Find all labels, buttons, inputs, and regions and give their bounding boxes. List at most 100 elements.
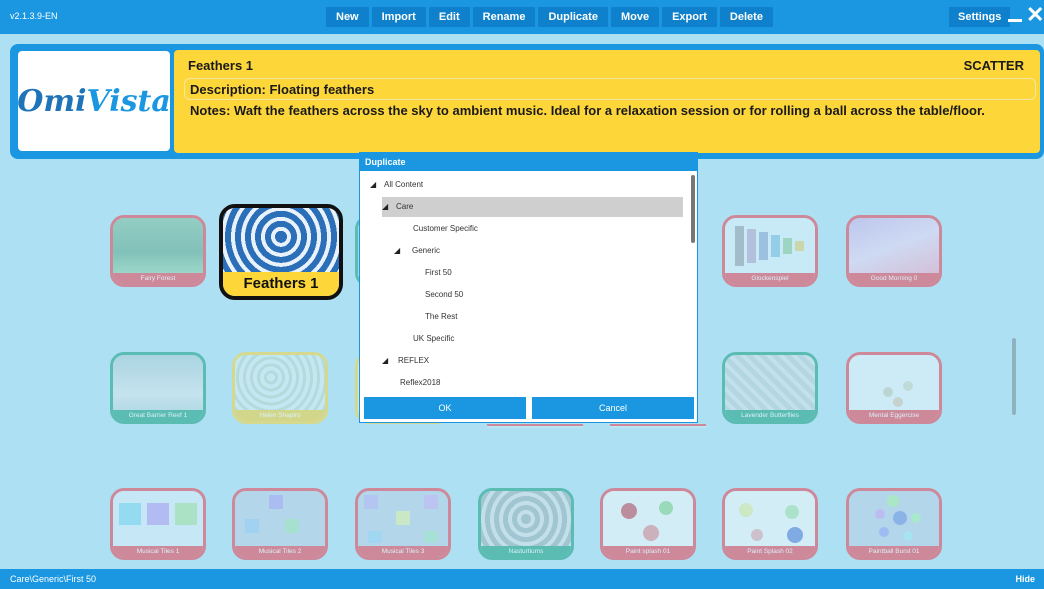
details-panel: Feathers 1 SCATTER Description: Floating… — [174, 50, 1040, 153]
tile-nasturtiums[interactable]: Nasturtiums — [478, 488, 574, 560]
version-label: v2.1.3.9-EN — [10, 11, 58, 21]
tree-item-second-50[interactable]: Second 50 — [425, 285, 463, 305]
expand-icon[interactable]: ◢ — [394, 241, 404, 261]
dialog-title: Duplicate — [360, 153, 697, 171]
tile-label: Good Morning 0 — [849, 273, 939, 284]
tile-label: Mental Eggercise — [849, 410, 939, 421]
expand-icon[interactable]: ◢ — [382, 351, 392, 371]
tile-feathers-1-selected[interactable]: Feathers 1 — [219, 204, 343, 300]
tile-label: Nasturtiums — [481, 546, 571, 557]
tree-scrollbar[interactable] — [691, 175, 695, 243]
tile-thumbnail — [113, 491, 203, 547]
tree-item-uk-specific[interactable]: UK Specific — [413, 329, 454, 349]
content-description: Description: Floating feathers — [190, 82, 375, 97]
tree-item-label: REFLEX — [398, 356, 430, 365]
tile-label: Musical Tiles 1 — [113, 546, 203, 557]
tile-label: Fairy Forest — [113, 273, 203, 284]
omivista-logo: OmiVista — [17, 51, 171, 151]
tree-item-label: Reflex2018 — [400, 378, 441, 387]
tile-thumbnail — [235, 355, 325, 411]
tree-item-all-content[interactable]: ◢ All Content — [370, 175, 690, 195]
tile-edge-partial-2 — [610, 424, 706, 428]
tile-thumbnail — [603, 491, 693, 547]
content-type: SCATTER — [963, 58, 1024, 73]
tree-item-first-50[interactable]: First 50 — [425, 263, 452, 283]
tree-item-reflex2018[interactable]: Reflex2018 — [400, 373, 440, 393]
close-icon[interactable]: ✕ — [1026, 4, 1044, 26]
minimize-icon[interactable] — [1008, 19, 1022, 22]
import-button[interactable]: Import — [371, 7, 426, 27]
expand-icon[interactable]: ◢ — [382, 197, 392, 217]
tile-label: Helen Shapiro — [235, 410, 325, 421]
move-button[interactable]: Move — [610, 7, 660, 27]
expand-icon[interactable]: ◢ — [370, 175, 380, 195]
tile-label: Great Barrier Reef 1 — [113, 410, 203, 421]
settings-button[interactable]: Settings — [949, 7, 1011, 27]
tile-label: Lavender Butterflies — [725, 410, 815, 421]
tile-thumbnail — [725, 491, 815, 547]
tile-thumbnail — [849, 218, 939, 274]
tree-item-label: Generic — [412, 246, 441, 255]
action-menu: New Import Edit Rename Duplicate Move Ex… — [326, 7, 773, 27]
tile-paint-splash-01[interactable]: Paint splash 01 — [600, 488, 696, 560]
tile-paint-splash-02[interactable]: Paint Splash 02 — [722, 488, 818, 560]
tile-lavender-butterflies[interactable]: Lavender Butterflies — [722, 352, 818, 424]
tile-thumbnail — [223, 208, 339, 272]
tree-item-label: Care — [396, 202, 414, 211]
tile-musical-tiles-2[interactable]: Musical Tiles 2 — [232, 488, 328, 560]
folder-tree: ◢ All Content ◢ Care Customer Specific ◢ Ge… — [360, 171, 697, 391]
tile-thumbnail — [113, 355, 203, 411]
grid-scrollbar[interactable] — [1012, 338, 1016, 415]
tree-item-customer-specific[interactable]: Customer Specific — [413, 219, 478, 239]
duplicate-button[interactable]: Duplicate — [538, 7, 608, 27]
tree-item-label: Customer Specific — [413, 224, 478, 233]
delete-button[interactable]: Delete — [719, 7, 773, 27]
tile-musical-tiles-1[interactable]: Musical Tiles 1 — [110, 488, 206, 560]
edit-button[interactable]: Edit — [428, 7, 470, 27]
tile-mental-eggercise[interactable]: Mental Eggercise — [846, 352, 942, 424]
current-folder-path: Care\Generic\First 50 — [10, 574, 97, 584]
tile-fairy-forest[interactable]: Fairy Forest — [110, 215, 206, 287]
tree-item-label: First 50 — [425, 268, 452, 277]
tile-label: Paint splash 01 — [603, 546, 693, 557]
tile-great-barrier-reef[interactable]: Great Barrier Reef 1 — [110, 352, 206, 424]
rename-button[interactable]: Rename — [472, 7, 536, 27]
tile-label: Paint Splash 02 — [725, 546, 815, 557]
content-title: Feathers 1 — [188, 58, 254, 73]
tile-label: Musical Tiles 3 — [358, 546, 448, 557]
top-toolbar: v2.1.3.9-EN New Import Edit Rename Dupli… — [0, 0, 1044, 34]
tree-item-care[interactable]: ◢ Care — [382, 197, 683, 217]
content-info-panel: OmiVista Feathers 1 SCATTER Description:… — [10, 44, 1044, 159]
tree-item-generic[interactable]: ◢ Generic — [394, 241, 440, 261]
tile-good-morning[interactable]: Good Morning 0 — [846, 215, 942, 287]
tree-item-reflex[interactable]: ◢ REFLEX — [382, 351, 429, 371]
tile-thumbnail — [725, 355, 815, 411]
tile-label: Feathers 1 — [223, 272, 339, 296]
tile-label: Glockenspiel — [725, 273, 815, 284]
duplicate-dialog: Duplicate ◢ All Content ◢ Care Customer Sp… — [359, 152, 698, 423]
ok-button[interactable]: OK — [364, 397, 526, 419]
tile-paintball-burst[interactable]: Paintball Burst 01 — [846, 488, 942, 560]
tile-thumbnail — [358, 491, 448, 547]
tree-item-label: The Rest — [425, 312, 458, 321]
export-button[interactable]: Export — [662, 7, 717, 27]
tree-item-label: All Content — [384, 180, 424, 189]
tile-label: Musical Tiles 2 — [235, 546, 325, 557]
content-notes: Notes: Waft the feathers across the sky … — [190, 103, 985, 118]
tile-musical-tiles-3[interactable]: Musical Tiles 3 — [355, 488, 451, 560]
hide-button[interactable]: Hide — [1015, 569, 1035, 589]
tile-thumbnail — [849, 491, 939, 547]
tile-thumbnail — [849, 355, 939, 411]
tile-edge-partial — [487, 424, 583, 428]
tile-helen-shapiro[interactable]: Helen Shapiro — [232, 352, 328, 424]
tree-item-the-rest[interactable]: The Rest — [425, 307, 457, 327]
tile-label: Paintball Burst 01 — [849, 546, 939, 557]
cancel-button[interactable]: Cancel — [532, 397, 694, 419]
tile-thumbnail — [113, 218, 203, 274]
status-bar: Care\Generic\First 50 Hide — [0, 569, 1044, 589]
logo-text: OmiVista — [17, 83, 171, 119]
tile-glockenspiel[interactable]: Glockenspiel — [722, 215, 818, 287]
tree-item-label: Second 50 — [425, 290, 464, 299]
tile-thumbnail — [725, 218, 815, 274]
new-button[interactable]: New — [326, 7, 369, 27]
